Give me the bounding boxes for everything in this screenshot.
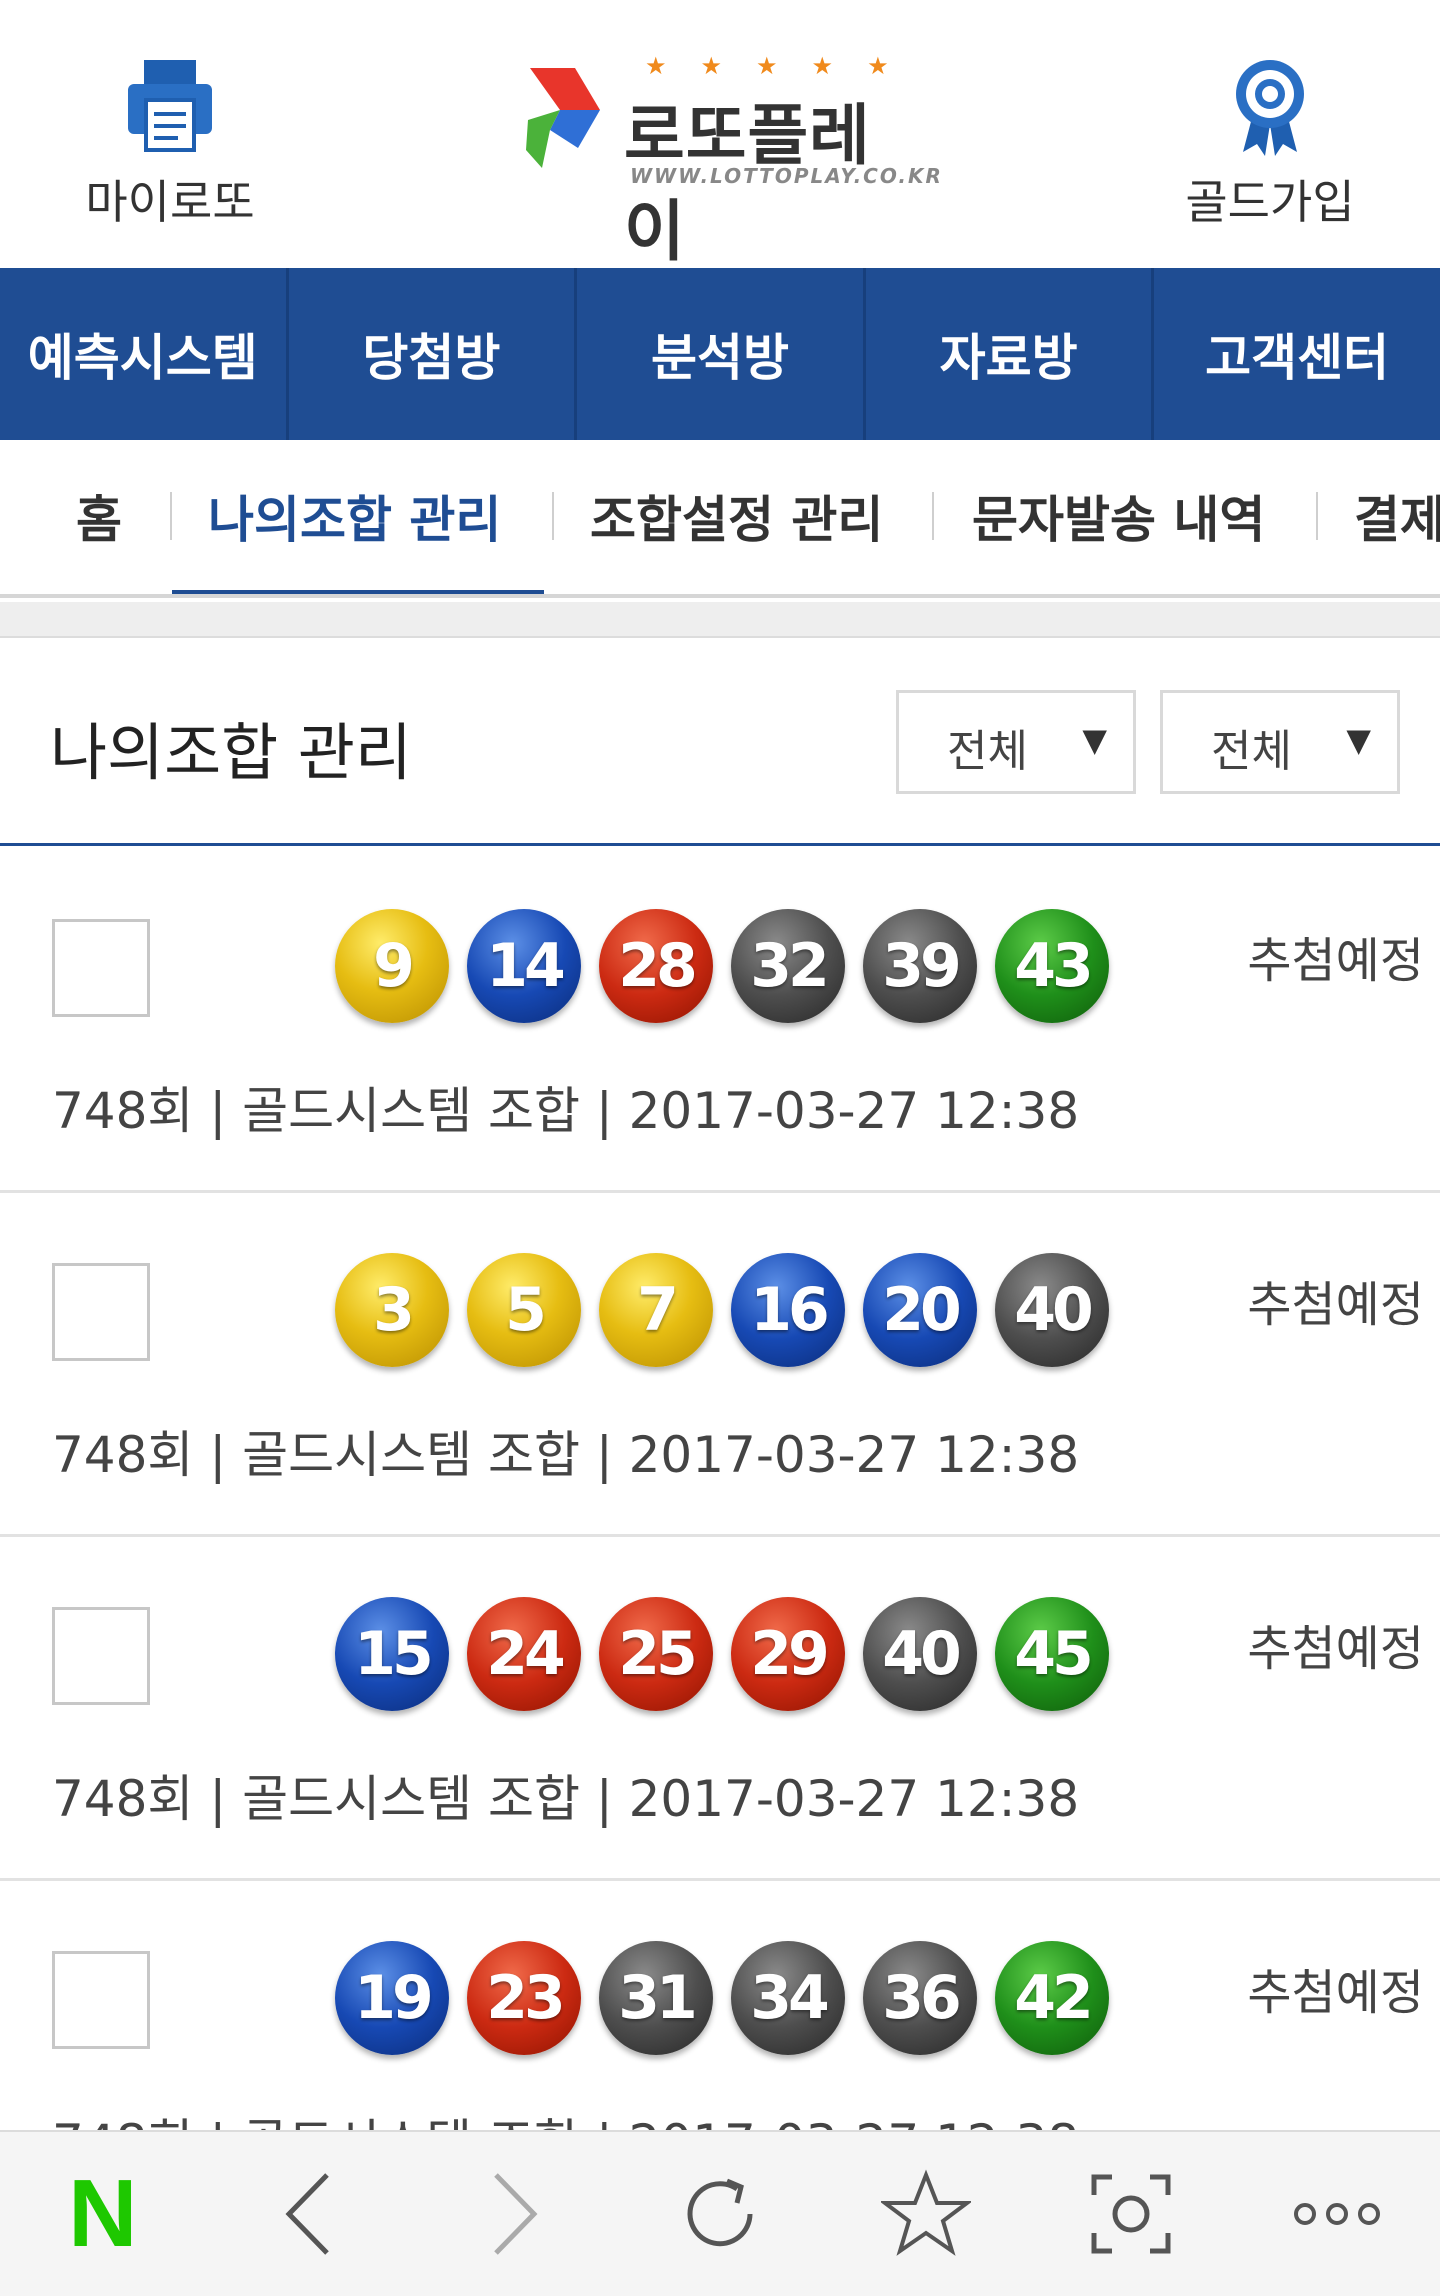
back-icon bbox=[285, 2173, 329, 2255]
bookmark-button[interactable] bbox=[866, 2154, 986, 2274]
reload-button[interactable] bbox=[660, 2154, 780, 2274]
lotto-ball: 43 bbox=[995, 909, 1109, 1023]
lotto-ball: 9 bbox=[335, 909, 449, 1023]
divider-band bbox=[0, 602, 1440, 638]
combo-row: 15 24 25 29 40 45 추첨예정 748회 | 골드시스템 조합 |… bbox=[0, 1537, 1440, 1881]
lotto-ball: 34 bbox=[731, 1941, 845, 2055]
nav-resource-room[interactable]: 자료방 bbox=[866, 268, 1155, 440]
nav-prediction-system[interactable]: 예측시스템 bbox=[0, 268, 289, 440]
naver-home-icon: N bbox=[68, 2160, 138, 2267]
draw-status: 추첨예정 bbox=[1247, 1621, 1424, 1677]
nav-winning-room[interactable]: 당첨방 bbox=[289, 268, 578, 440]
more-icon bbox=[1294, 2203, 1381, 2225]
nav-analysis-room[interactable]: 분석방 bbox=[577, 268, 866, 440]
lotto-ball: 14 bbox=[467, 909, 581, 1023]
tab-payment[interactable]: 결제 bbox=[1354, 480, 1440, 552]
lotto-ball: 5 bbox=[467, 1253, 581, 1367]
gold-join-label: 골드가입 bbox=[1185, 175, 1355, 229]
more-button[interactable] bbox=[1277, 2154, 1397, 2274]
tab-divider bbox=[932, 492, 934, 540]
tab-home[interactable]: 홈 bbox=[76, 480, 122, 552]
draw-status: 추첨예정 bbox=[1247, 1965, 1424, 2021]
printer-icon bbox=[128, 60, 212, 152]
lotto-ball: 42 bbox=[995, 1941, 1109, 2055]
lotto-ball: 20 bbox=[863, 1253, 977, 1367]
lotto-ball: 3 bbox=[335, 1253, 449, 1367]
tab-my-combos[interactable]: 나의조합 관리 bbox=[208, 480, 501, 552]
lotto-ball: 29 bbox=[731, 1597, 845, 1711]
draw-status: 추첨예정 bbox=[1247, 1277, 1424, 1333]
lotto-ball: 45 bbox=[995, 1597, 1109, 1711]
naver-home-button[interactable]: N bbox=[43, 2154, 163, 2274]
forward-button[interactable] bbox=[454, 2154, 574, 2274]
lotto-ball: 36 bbox=[863, 1941, 977, 2055]
lotto-balls: 15 24 25 29 40 45 bbox=[335, 1597, 1127, 1711]
main-nav: 예측시스템 당첨방 분석방 자료방 고객센터 bbox=[0, 268, 1440, 440]
award-ribbon-icon bbox=[1236, 60, 1304, 156]
lotto-ball: 24 bbox=[467, 1597, 581, 1711]
screenshot-button[interactable] bbox=[1071, 2154, 1191, 2274]
combo-checkbox[interactable] bbox=[52, 1951, 150, 2049]
active-tab-indicator bbox=[172, 590, 544, 594]
site-logo[interactable]: ★★★★★ 로또플레이 WWW.LOTTOPLAY.CO.KR bbox=[520, 52, 941, 270]
combo-checkbox[interactable] bbox=[52, 1263, 150, 1361]
combo-meta: 748회 | 골드시스템 조합 | 2017-03-27 12:38 bbox=[52, 1426, 1080, 1484]
page-title: 나의조합 관리 bbox=[50, 716, 412, 789]
combo-meta: 748회 | 골드시스템 조합 | 2017-03-27 12:38 bbox=[52, 1770, 1080, 1828]
reload-icon bbox=[687, 2178, 753, 2247]
gold-join-link[interactable]: 골드가입 bbox=[1160, 56, 1380, 232]
screenshot-icon bbox=[1091, 2174, 1171, 2254]
lotto-ball: 32 bbox=[731, 909, 845, 1023]
filter-select-2-value: 전체 bbox=[1211, 726, 1292, 777]
lotto-ball: 19 bbox=[335, 1941, 449, 2055]
draw-status: 추첨예정 bbox=[1247, 933, 1424, 989]
lotto-ball: 23 bbox=[467, 1941, 581, 2055]
tab-divider bbox=[552, 492, 554, 540]
nav-customer-center[interactable]: 고객센터 bbox=[1154, 268, 1440, 440]
lotto-balls: 3 5 7 16 20 40 bbox=[335, 1253, 1127, 1367]
bookmark-star-icon bbox=[880, 2169, 971, 2256]
combo-checkbox[interactable] bbox=[52, 919, 150, 1017]
app-header: 마이로또 ★★★★★ 로또플레이 WWW.LOTTOPLAY.CO.KR 골드가… bbox=[0, 0, 1440, 270]
combo-list: 9 14 28 32 39 43 추첨예정 748회 | 골드시스템 조합 | … bbox=[0, 849, 1440, 2225]
lotto-ball: 25 bbox=[599, 1597, 713, 1711]
tab-divider bbox=[1316, 492, 1318, 540]
browser-toolbar: N bbox=[0, 2130, 1440, 2296]
logo-mark-icon bbox=[526, 68, 600, 168]
tab-sms-history[interactable]: 문자발송 내역 bbox=[972, 480, 1265, 552]
lotto-ball: 7 bbox=[599, 1253, 713, 1367]
lotto-ball: 40 bbox=[863, 1597, 977, 1711]
chevron-down-icon: ▼ bbox=[1346, 721, 1371, 759]
filter-select-1-value: 전체 bbox=[947, 726, 1028, 777]
tab-combo-settings[interactable]: 조합설정 관리 bbox=[590, 480, 883, 552]
logo-stars: ★★★★★ bbox=[645, 52, 923, 80]
lotto-ball: 40 bbox=[995, 1253, 1109, 1367]
combo-checkbox[interactable] bbox=[52, 1607, 150, 1705]
logo-url: WWW.LOTTOPLAY.CO.KR bbox=[630, 164, 943, 188]
chevron-down-icon: ▼ bbox=[1082, 721, 1107, 759]
my-lotto-link[interactable]: 마이로또 bbox=[60, 56, 280, 232]
lotto-ball: 31 bbox=[599, 1941, 713, 2055]
combo-row: 3 5 7 16 20 40 추첨예정 748회 | 골드시스템 조합 | 20… bbox=[0, 1193, 1440, 1537]
filter-select-2[interactable]: 전체 ▼ bbox=[1160, 690, 1400, 794]
tab-divider bbox=[170, 492, 172, 540]
lotto-ball: 15 bbox=[335, 1597, 449, 1711]
sub-tabs: 홈 나의조합 관리 조합설정 관리 문자발송 내역 결제 bbox=[0, 440, 1440, 598]
section-header: 나의조합 관리 전체 ▼ 전체 ▼ bbox=[0, 640, 1440, 846]
my-lotto-label: 마이로또 bbox=[85, 175, 255, 229]
lotto-balls: 19 23 31 34 36 42 bbox=[335, 1941, 1127, 2055]
combo-meta: 748회 | 골드시스템 조합 | 2017-03-27 12:38 bbox=[52, 1082, 1080, 1140]
back-button[interactable] bbox=[249, 2154, 369, 2274]
filter-select-1[interactable]: 전체 ▼ bbox=[896, 690, 1136, 794]
lotto-balls: 9 14 28 32 39 43 bbox=[335, 909, 1127, 1023]
lotto-ball: 28 bbox=[599, 909, 713, 1023]
lotto-ball: 39 bbox=[863, 909, 977, 1023]
forward-icon bbox=[494, 2173, 538, 2255]
lotto-ball: 16 bbox=[731, 1253, 845, 1367]
combo-row: 9 14 28 32 39 43 추첨예정 748회 | 골드시스템 조합 | … bbox=[0, 849, 1440, 1193]
